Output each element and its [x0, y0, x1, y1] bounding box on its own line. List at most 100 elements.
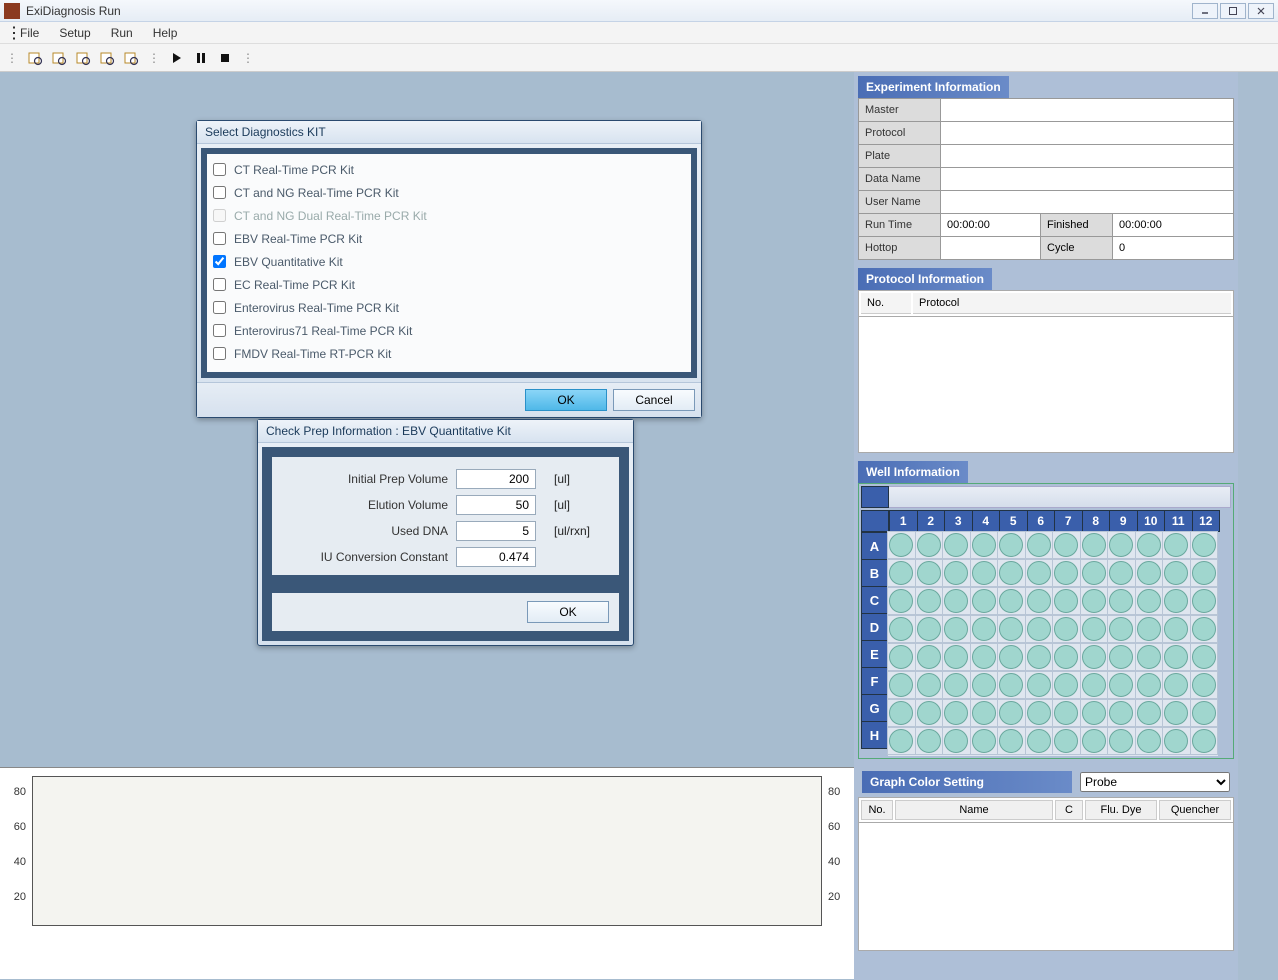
minimize-button[interactable]: [1192, 3, 1218, 19]
well-cell[interactable]: [887, 671, 916, 699]
well-row-header[interactable]: G: [861, 694, 888, 722]
tool-btn-1[interactable]: [24, 47, 46, 69]
kit-item[interactable]: Enterovirus Real-Time PCR Kit: [213, 296, 685, 319]
well-cell[interactable]: [1052, 643, 1081, 671]
play-button[interactable]: [166, 47, 188, 69]
well-cell[interactable]: [970, 587, 999, 615]
well-cell[interactable]: [942, 643, 971, 671]
well-col-header[interactable]: 10: [1137, 510, 1166, 532]
well-cell[interactable]: [1052, 727, 1081, 755]
well-col-header[interactable]: 9: [1109, 510, 1138, 532]
select-kit-ok-button[interactable]: OK: [525, 389, 607, 411]
well-cell[interactable]: [1052, 615, 1081, 643]
well-col-header[interactable]: 5: [999, 510, 1028, 532]
well-cell[interactable]: [1052, 531, 1081, 559]
well-row-header[interactable]: C: [861, 586, 888, 614]
well-cell[interactable]: [887, 531, 916, 559]
kit-item[interactable]: Enterovirus71 Real-Time PCR Kit: [213, 319, 685, 342]
well-col-header[interactable]: 2: [917, 510, 946, 532]
kit-item-checkbox[interactable]: [213, 255, 226, 268]
menu-help[interactable]: Help: [143, 24, 188, 42]
well-cell[interactable]: [1107, 699, 1136, 727]
well-cell[interactable]: [1052, 699, 1081, 727]
well-cell[interactable]: [1052, 587, 1081, 615]
well-cell[interactable]: [942, 559, 971, 587]
well-cell[interactable]: [1025, 671, 1054, 699]
well-cell[interactable]: [915, 727, 944, 755]
well-cell[interactable]: [1190, 643, 1219, 671]
well-cell[interactable]: [1135, 727, 1164, 755]
well-cell[interactable]: [1107, 727, 1136, 755]
well-cell[interactable]: [1080, 671, 1109, 699]
well-cell[interactable]: [1107, 643, 1136, 671]
well-cell[interactable]: [1190, 671, 1219, 699]
prep-row-input[interactable]: [456, 521, 536, 541]
kit-item-checkbox[interactable]: [213, 186, 226, 199]
well-cell[interactable]: [1190, 615, 1219, 643]
well-cell[interactable]: [1025, 559, 1054, 587]
well-row-header[interactable]: B: [861, 559, 888, 587]
well-cell[interactable]: [887, 587, 916, 615]
well-col-header[interactable]: 3: [944, 510, 973, 532]
well-row-header[interactable]: H: [861, 721, 888, 749]
well-cell[interactable]: [1162, 559, 1191, 587]
well-corner[interactable]: [861, 486, 889, 508]
well-cell[interactable]: [1025, 615, 1054, 643]
well-cell[interactable]: [1080, 699, 1109, 727]
well-cell[interactable]: [1052, 671, 1081, 699]
well-cell[interactable]: [1190, 587, 1219, 615]
well-cell[interactable]: [887, 727, 916, 755]
well-cell[interactable]: [1107, 671, 1136, 699]
well-cell[interactable]: [1080, 727, 1109, 755]
prep-row-input[interactable]: [456, 495, 536, 515]
well-corner-2[interactable]: [861, 510, 889, 532]
well-cell[interactable]: [1162, 671, 1191, 699]
well-col-header[interactable]: 7: [1054, 510, 1083, 532]
kit-item-checkbox[interactable]: [213, 347, 226, 360]
well-cell[interactable]: [942, 671, 971, 699]
well-cell[interactable]: [915, 587, 944, 615]
well-cell[interactable]: [887, 559, 916, 587]
menu-setup[interactable]: Setup: [49, 24, 100, 42]
well-cell[interactable]: [915, 531, 944, 559]
well-col-header[interactable]: 12: [1192, 510, 1221, 532]
well-cell[interactable]: [1080, 587, 1109, 615]
tool-btn-2[interactable]: [48, 47, 70, 69]
pause-button[interactable]: [190, 47, 212, 69]
well-cell[interactable]: [997, 643, 1026, 671]
well-cell[interactable]: [970, 559, 999, 587]
well-cell[interactable]: [997, 559, 1026, 587]
well-cell[interactable]: [997, 587, 1026, 615]
well-cell[interactable]: [1190, 727, 1219, 755]
close-button[interactable]: [1248, 3, 1274, 19]
kit-item[interactable]: FMDV Real-Time RT-PCR Kit: [213, 342, 685, 365]
kit-item-checkbox[interactable]: [213, 324, 226, 337]
well-row-header[interactable]: E: [861, 640, 888, 668]
well-col-header[interactable]: 4: [972, 510, 1001, 532]
well-cell[interactable]: [1162, 727, 1191, 755]
well-cell[interactable]: [1162, 531, 1191, 559]
well-cell[interactable]: [970, 643, 999, 671]
well-cell[interactable]: [997, 727, 1026, 755]
well-cell[interactable]: [1190, 531, 1219, 559]
well-cell[interactable]: [997, 671, 1026, 699]
well-cell[interactable]: [1052, 559, 1081, 587]
kit-item[interactable]: CT and NG Real-Time PCR Kit: [213, 181, 685, 204]
well-cell[interactable]: [1107, 559, 1136, 587]
well-cell[interactable]: [1162, 587, 1191, 615]
tool-btn-3[interactable]: [72, 47, 94, 69]
menu-run[interactable]: Run: [101, 24, 143, 42]
well-cell[interactable]: [1107, 531, 1136, 559]
well-cell[interactable]: [1080, 643, 1109, 671]
prep-row-input[interactable]: [456, 547, 536, 567]
well-col-header[interactable]: 6: [1027, 510, 1056, 532]
well-cell[interactable]: [997, 615, 1026, 643]
well-cell[interactable]: [1162, 643, 1191, 671]
kit-item[interactable]: EBV Real-Time PCR Kit: [213, 227, 685, 250]
well-cell[interactable]: [1162, 699, 1191, 727]
kit-item[interactable]: EBV Quantitative Kit: [213, 250, 685, 273]
well-col-header[interactable]: 8: [1082, 510, 1111, 532]
well-cell[interactable]: [970, 699, 999, 727]
well-cell[interactable]: [1190, 699, 1219, 727]
well-cell[interactable]: [1135, 671, 1164, 699]
